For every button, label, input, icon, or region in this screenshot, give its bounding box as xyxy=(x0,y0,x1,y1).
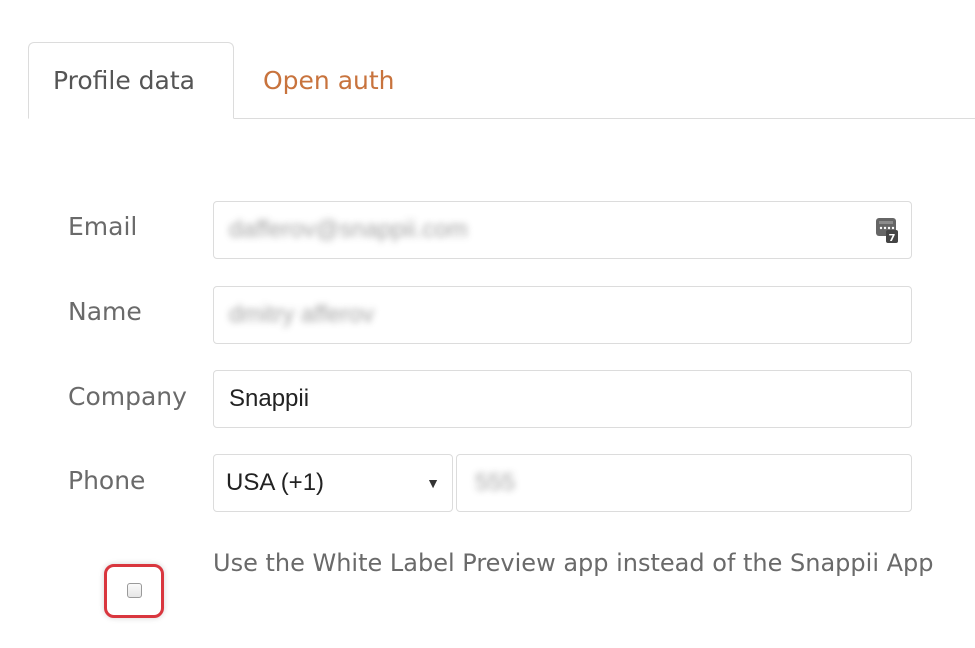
name-field[interactable]: dmitry afferov xyxy=(213,286,912,344)
name-value: dmitry afferov xyxy=(229,301,374,328)
name-label: Name xyxy=(68,297,142,326)
phone-label: Phone xyxy=(68,466,146,495)
white-label-checkbox[interactable] xyxy=(127,583,142,598)
phone-number-value: 555 xyxy=(475,469,516,496)
country-code-value: USA (+1) xyxy=(226,469,325,496)
company-value: Snappii xyxy=(229,385,310,412)
password-manager-icon[interactable]: 7 xyxy=(875,216,899,244)
country-code-select[interactable]: USA (+1) ▼ xyxy=(213,454,453,512)
company-field[interactable]: Snappii xyxy=(213,370,912,428)
email-field[interactable]: dafferov@snappii.com 7 xyxy=(213,201,912,259)
email-label: Email xyxy=(68,212,138,241)
email-value: dafferov@snappii.com xyxy=(229,216,468,243)
phone-number-field[interactable]: 555 xyxy=(456,454,912,512)
company-label: Company xyxy=(68,382,187,411)
tab-open-auth[interactable]: Open auth xyxy=(238,42,420,118)
svg-text:7: 7 xyxy=(889,233,896,244)
profile-settings-page: Profile data Open auth Email dafferov@sn… xyxy=(0,0,975,648)
checkbox-highlight xyxy=(104,564,164,618)
tab-profile-data[interactable]: Profile data xyxy=(28,42,234,119)
white-label-checkbox-label[interactable]: Use the White Label Preview app instead … xyxy=(213,540,963,586)
tab-bar: Profile data Open auth xyxy=(28,42,975,119)
dropdown-arrow-icon: ▼ xyxy=(426,475,440,491)
